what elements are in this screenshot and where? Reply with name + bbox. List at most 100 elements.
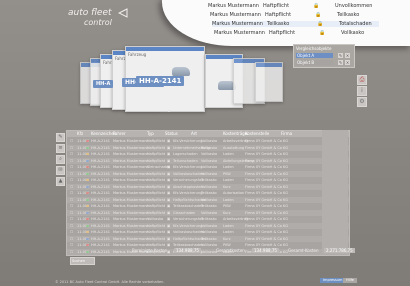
popup-row[interactable]: Markus Mustermann Haftpflicht 🔒 Unvollkomme…: [208, 3, 375, 9]
table-cell: Firma XY GmbH & Co KG: [245, 204, 289, 208]
table-row[interactable]: ☐ 11.000 HH-A-2141 Markus Mustermann Haftpfl…: [67, 222, 349, 229]
table-cell: Haftpflicht: [147, 204, 166, 208]
warning-icon[interactable]: ▲: [56, 177, 65, 186]
popup-row[interactable]: Markus Mustermann Teilkasko 🔒 Totalschaden: [212, 21, 379, 27]
table-cell: Markus Mustermann: [113, 165, 149, 169]
row-checkbox[interactable]: ☐: [70, 171, 73, 177]
table-cell: Vollkasko: [201, 171, 218, 176]
table-cell: Haftpflicht: [147, 210, 166, 215]
table-cell: HH-A-2141: [91, 145, 110, 150]
table-cell: Firma XY GmbH & Co KG: [245, 197, 289, 202]
table-row[interactable]: ☐ 11.000 HH-A-2141 Markus Mustermann Kleinsc…: [67, 164, 349, 170]
column-header[interactable]: Fahrer: [113, 131, 126, 137]
table-row[interactable]: ☐ 11.000 HH-A-2141 Markus Mustermann Haftpfl…: [67, 170, 349, 177]
table-cell: Abschleppkosten: [173, 184, 203, 189]
carousel-indicator[interactable]: [168, 110, 170, 112]
table-row[interactable]: ☐ 11.000 HH-A-2141 Markus Mustermann Haftpfl…: [67, 183, 349, 190]
table-header: Kfz Kennzeichen Fahrer Typ Status Art Kostentr…: [67, 131, 349, 137]
brand-logo[interactable]: auto fleet control: [68, 8, 128, 27]
table-cell: Vollkasko: [201, 210, 218, 215]
row-checkbox[interactable]: ☐: [70, 158, 73, 164]
row-checkbox[interactable]: ☐: [70, 151, 73, 157]
row-checkbox[interactable]: ☐: [70, 197, 73, 203]
popup-row[interactable]: Markus Mustermann Haftpflicht 🔒 Vollkasko: [214, 30, 381, 36]
table-row[interactable]: ☐ 11.000 HH-A-2141 Markus Mustermann Haftpfl…: [67, 229, 349, 235]
table-cell: 11.000: [77, 223, 90, 228]
table-cell: Vollkaskoschaden: [173, 230, 204, 234]
table-row[interactable]: ☐ 11.000 HH-A-2141 Markus Mustermann Vollkas…: [67, 216, 349, 222]
search-icon[interactable]: ⌕: [56, 155, 65, 164]
compare-edit-icon[interactable]: ✎: [338, 53, 343, 58]
row-checkbox[interactable]: ☐: [70, 223, 73, 229]
column-header[interactable]: Art: [191, 131, 197, 137]
table-cell: Teilkasko: [201, 178, 217, 182]
table-cell: 11.000: [77, 191, 90, 195]
popup-status: Totalschaden: [339, 21, 372, 27]
imprint-button[interactable]: Impressum: [320, 278, 346, 283]
table-cell: Haftpflicht: [147, 230, 166, 234]
compare-item-a[interactable]: Objekt A: [296, 53, 333, 58]
table-cell: 11.000: [77, 204, 90, 208]
row-checkbox[interactable]: ☐: [70, 138, 73, 144]
row-checkbox[interactable]: ☐: [70, 203, 73, 209]
column-header[interactable]: Kfz: [77, 131, 83, 137]
list-icon[interactable]: ≡: [56, 144, 65, 153]
row-checkbox[interactable]: ☐: [70, 236, 73, 242]
brand-line-2: control: [84, 18, 112, 27]
row-checkbox[interactable]: ☐: [70, 229, 73, 235]
compare-close-icon-2[interactable]: ×: [345, 60, 350, 65]
row-checkbox[interactable]: ☐: [70, 145, 73, 151]
edit-icon[interactable]: ✎: [56, 133, 65, 142]
table-cell: Markus Mustermann: [113, 223, 149, 228]
row-checkbox[interactable]: ☐: [70, 164, 73, 170]
avg-value: 134.988,75: [252, 248, 279, 253]
row-checkbox[interactable]: ☐: [70, 177, 73, 183]
popup-row[interactable]: Markus Mustermann Haftpflicht 🔒 Teilkasko: [210, 12, 377, 18]
print-icon[interactable]: ⎙: [357, 75, 367, 85]
table-cell: Versicherungsfall: [173, 178, 204, 182]
table-cell: Laden: [223, 152, 234, 156]
column-header[interactable]: Status: [165, 131, 178, 137]
mail-icon[interactable]: ✉: [56, 166, 65, 175]
compare-item-b[interactable]: Objekt B: [296, 60, 333, 65]
compare-panel: Vergleichsobjekte Objekt A Objekt B ✎ × …: [293, 44, 355, 68]
column-header[interactable]: Kostenstelle: [245, 131, 269, 137]
row-checkbox[interactable]: ☐: [70, 210, 73, 216]
table-row[interactable]: ☐ 11.000 HH-A-2141 Markus Mustermann Haftpfl…: [67, 138, 349, 144]
table-row[interactable]: ☐ 11.000 HH-A-2141 Markus Mustermann Haftpfl…: [67, 151, 349, 157]
table-row[interactable]: ☐ 11.000 HH-A-2141 Markus Mustermann Haftpfl…: [67, 177, 349, 183]
column-header[interactable]: Typ: [147, 131, 154, 137]
help-button[interactable]: Hilfe: [343, 278, 357, 283]
row-checkbox[interactable]: ☐: [70, 216, 73, 222]
table-cell: HH-A-2141: [91, 178, 110, 182]
table-cell: Markus Mustermann: [113, 178, 149, 182]
table-cell: Markus Mustermann: [113, 152, 149, 156]
table-row[interactable]: ☐ 11.000 HH-A-2141 Markus Mustermann Haftpfl…: [67, 157, 349, 164]
table-cell: HH-A-2141: [91, 139, 110, 143]
table-cell: Haftpflicht: [147, 236, 166, 241]
table-row[interactable]: ☐ 11.000 HH-A-2141 Markus Mustermann Haftpfl…: [67, 209, 349, 216]
vehicle-card[interactable]: [255, 62, 283, 102]
info-icon[interactable]: i: [357, 86, 367, 96]
compare-edit-icon-2[interactable]: ✎: [338, 60, 343, 65]
table-row[interactable]: ☐ 11.000 HH-A-2141 Markus Mustermann Haftpfl…: [67, 203, 349, 209]
popup-name: Markus Mustermann: [214, 30, 265, 36]
table-row[interactable]: ☐ 11.000 HH-A-2141 Markus Mustermann Haftpfl…: [67, 196, 349, 203]
popup-type: Haftpflicht: [265, 12, 292, 18]
settings-icon[interactable]: ⚙: [357, 97, 367, 107]
row-checkbox[interactable]: ☐: [70, 190, 73, 196]
row-checkbox[interactable]: ☐: [70, 184, 73, 190]
table-scroll-column[interactable]: [322, 130, 348, 254]
table-search-input[interactable]: Suchen: [70, 257, 95, 265]
compare-panel-header: Vergleichsobjekte: [296, 46, 332, 51]
table-cell: Vollkasko: [201, 184, 218, 189]
table-cell: Laden: [223, 165, 234, 169]
table-row[interactable]: ☐ 11.000 HH-A-2141 Markus Mustermann Haftpfl…: [67, 190, 349, 196]
table-row[interactable]: ☐ 11.000 HH-A-2141 Markus Mustermann Haftpfl…: [67, 144, 349, 151]
lock-icon: ▣: [167, 204, 171, 208]
table-row[interactable]: ☐ 11.000 HH-A-2141 Markus Mustermann Haftpfl…: [67, 235, 349, 242]
compare-close-icon[interactable]: ×: [345, 53, 350, 58]
table-cell: PKW: [223, 204, 231, 208]
column-header[interactable]: Firma: [281, 131, 292, 137]
lock-icon: ▣: [167, 178, 171, 182]
